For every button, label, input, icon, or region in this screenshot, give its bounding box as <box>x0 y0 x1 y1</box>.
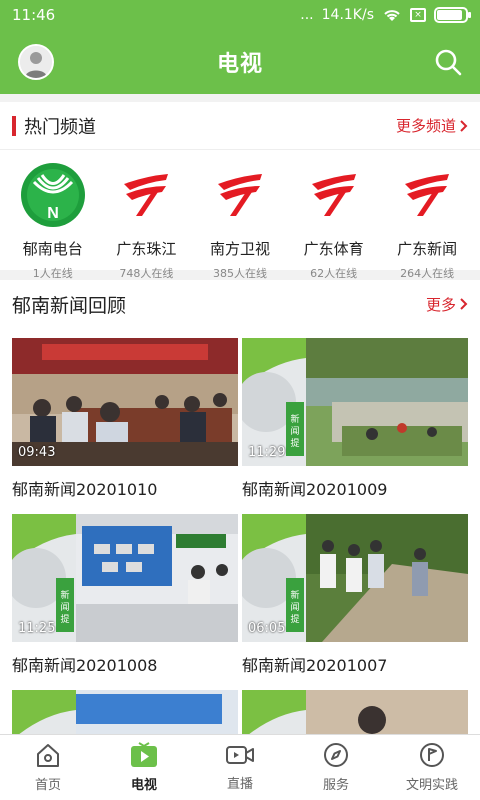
news-card-title: 郁南新闻20201008 <box>12 656 158 675</box>
news-card-title: 郁南新闻20201010 <box>12 480 158 499</box>
tab-label: 服务 <box>322 778 349 793</box>
tab-live[interactable]: 直播 <box>192 735 288 800</box>
video-duration: 11:29 <box>248 445 286 460</box>
video-thumbnail: 新 闻 提 11:25 <box>12 514 238 642</box>
home-icon <box>37 744 59 767</box>
news-grid: 09:43 郁南新闻20201010 新 闻 提 11:29 郁南新闻20201… <box>0 328 480 734</box>
bottom-tab-bar: 首页 电视 直播 服务 文明实践 <box>0 734 480 800</box>
user-avatar-icon[interactable] <box>18 44 54 80</box>
battery-icon <box>434 7 471 23</box>
channel-viewers: 264人在线 <box>400 267 455 280</box>
video-duration: 06:05 <box>248 621 286 636</box>
video-thumbnail <box>12 690 238 734</box>
svg-text:新: 新 <box>290 413 299 425</box>
channel-name: 广东新闻 <box>397 240 458 258</box>
news-review-title: 郁南新闻回顾 <box>12 294 127 317</box>
video-thumbnail: 09:43 <box>12 338 238 466</box>
channel-viewers: 62人在线 <box>310 267 358 280</box>
chevron-right-icon <box>460 119 468 132</box>
news-card-title: 郁南新闻20201009 <box>242 480 388 499</box>
svg-text:闻: 闻 <box>290 426 299 437</box>
channel-name: 广东体育 <box>303 240 364 258</box>
gdtv-logo-icon <box>394 162 460 228</box>
more-news-link[interactable]: 更多 <box>426 294 468 315</box>
tab-label: 首页 <box>34 778 61 793</box>
channel-item[interactable]: 南方卫视 385人在线 <box>194 162 286 281</box>
status-dots: ... <box>300 7 314 23</box>
channel-item[interactable]: N 郁南电台 1人在线 <box>7 162 99 281</box>
hot-channels-title: 热门频道 <box>24 116 96 138</box>
svg-text:提: 提 <box>60 614 69 625</box>
channel-item[interactable]: 广东珠江 748人在线 <box>100 162 192 281</box>
channel-viewers: 1人在线 <box>32 267 73 280</box>
svg-text:新: 新 <box>60 589 69 601</box>
more-channels-label: 更多频道 <box>395 117 456 135</box>
channel-name: 南方卫视 <box>209 240 270 258</box>
app-bar: 电视 <box>0 30 480 94</box>
gdtv-logo-icon <box>301 162 367 228</box>
compass-icon <box>324 743 348 767</box>
section-marker <box>12 115 16 136</box>
svg-text:新: 新 <box>290 589 299 601</box>
channel-list: N 郁南电台 1人在线 广东珠江 748人在线 南方卫视 385人在线 广东体育… <box>0 150 480 287</box>
news-card[interactable] <box>12 690 238 734</box>
gdtv-logo-icon <box>113 162 179 228</box>
tab-tv[interactable]: 电视 <box>96 735 192 800</box>
video-camera-icon <box>226 746 254 764</box>
channel-viewers: 385人在线 <box>212 267 267 280</box>
search-icon[interactable] <box>434 48 462 76</box>
hot-channels-section: 热门频道 更多频道 N 郁南电台 1人在线 广东珠江 748人在线 南方卫视 3… <box>0 102 480 280</box>
video-duration: 11:25 <box>18 621 56 636</box>
news-card[interactable]: 新 闻 提 11:25 郁南新闻20201008 <box>12 514 238 680</box>
channel-viewers: 748人在线 <box>119 267 174 280</box>
yunan-radio-logo-icon: N <box>20 162 86 228</box>
news-card[interactable]: 新 闻 提 11:29 郁南新闻20201009 <box>242 338 468 504</box>
video-thumbnail <box>242 690 468 734</box>
video-thumbnail: 新 闻 提 11:29 <box>242 338 468 466</box>
tab-civilization[interactable]: 文明实践 <box>384 735 480 800</box>
more-news-label: 更多 <box>425 295 456 314</box>
sim-icon: × <box>410 8 426 22</box>
news-card[interactable] <box>242 690 468 734</box>
news-card[interactable]: 09:43 郁南新闻20201010 <box>12 338 238 504</box>
channel-item[interactable]: 广东新闻 264人在线 <box>381 162 473 281</box>
news-card[interactable]: 新 闻 提 06:05 郁南新闻20201007 <box>242 514 468 680</box>
channel-name: 广东珠江 <box>116 240 177 258</box>
video-duration: 09:43 <box>18 445 56 460</box>
tab-label: 直播 <box>226 777 253 792</box>
status-time: 11:46 <box>12 6 56 24</box>
channel-name: 郁南电台 <box>22 240 83 258</box>
network-speed: 14.1K/s <box>321 7 374 23</box>
tab-label: 文明实践 <box>405 778 458 793</box>
svg-text:N: N <box>47 205 59 222</box>
tab-home[interactable]: 首页 <box>0 735 96 800</box>
news-review-section: 郁南新闻回顾 更多 09:43 郁南新闻20201010 新 闻 提 11:29… <box>0 280 480 734</box>
gdtv-logo-icon <box>207 162 273 228</box>
tab-service[interactable]: 服务 <box>288 735 384 800</box>
chevron-right-icon <box>460 298 468 310</box>
svg-text:闻: 闻 <box>60 602 69 613</box>
flag-circle-icon <box>420 743 444 767</box>
svg-text:提: 提 <box>290 438 299 449</box>
svg-text:提: 提 <box>290 614 299 625</box>
video-thumbnail: 新 闻 提 06:05 <box>242 514 468 642</box>
status-bar: 11:46 ... 14.1K/s × <box>0 0 480 30</box>
news-card-title: 郁南新闻20201007 <box>242 656 388 675</box>
news-review-header: 郁南新闻回顾 更多 <box>0 280 480 328</box>
hot-channels-header: 热门频道 更多频道 <box>0 102 480 150</box>
tab-label: 电视 <box>130 778 157 793</box>
page-title: 电视 <box>216 52 263 77</box>
tv-play-icon <box>131 742 157 767</box>
more-channels-link[interactable]: 更多频道 <box>396 115 468 136</box>
channel-item[interactable]: 广东体育 62人在线 <box>288 162 380 281</box>
wifi-icon <box>384 10 400 21</box>
svg-text:闻: 闻 <box>290 602 299 613</box>
